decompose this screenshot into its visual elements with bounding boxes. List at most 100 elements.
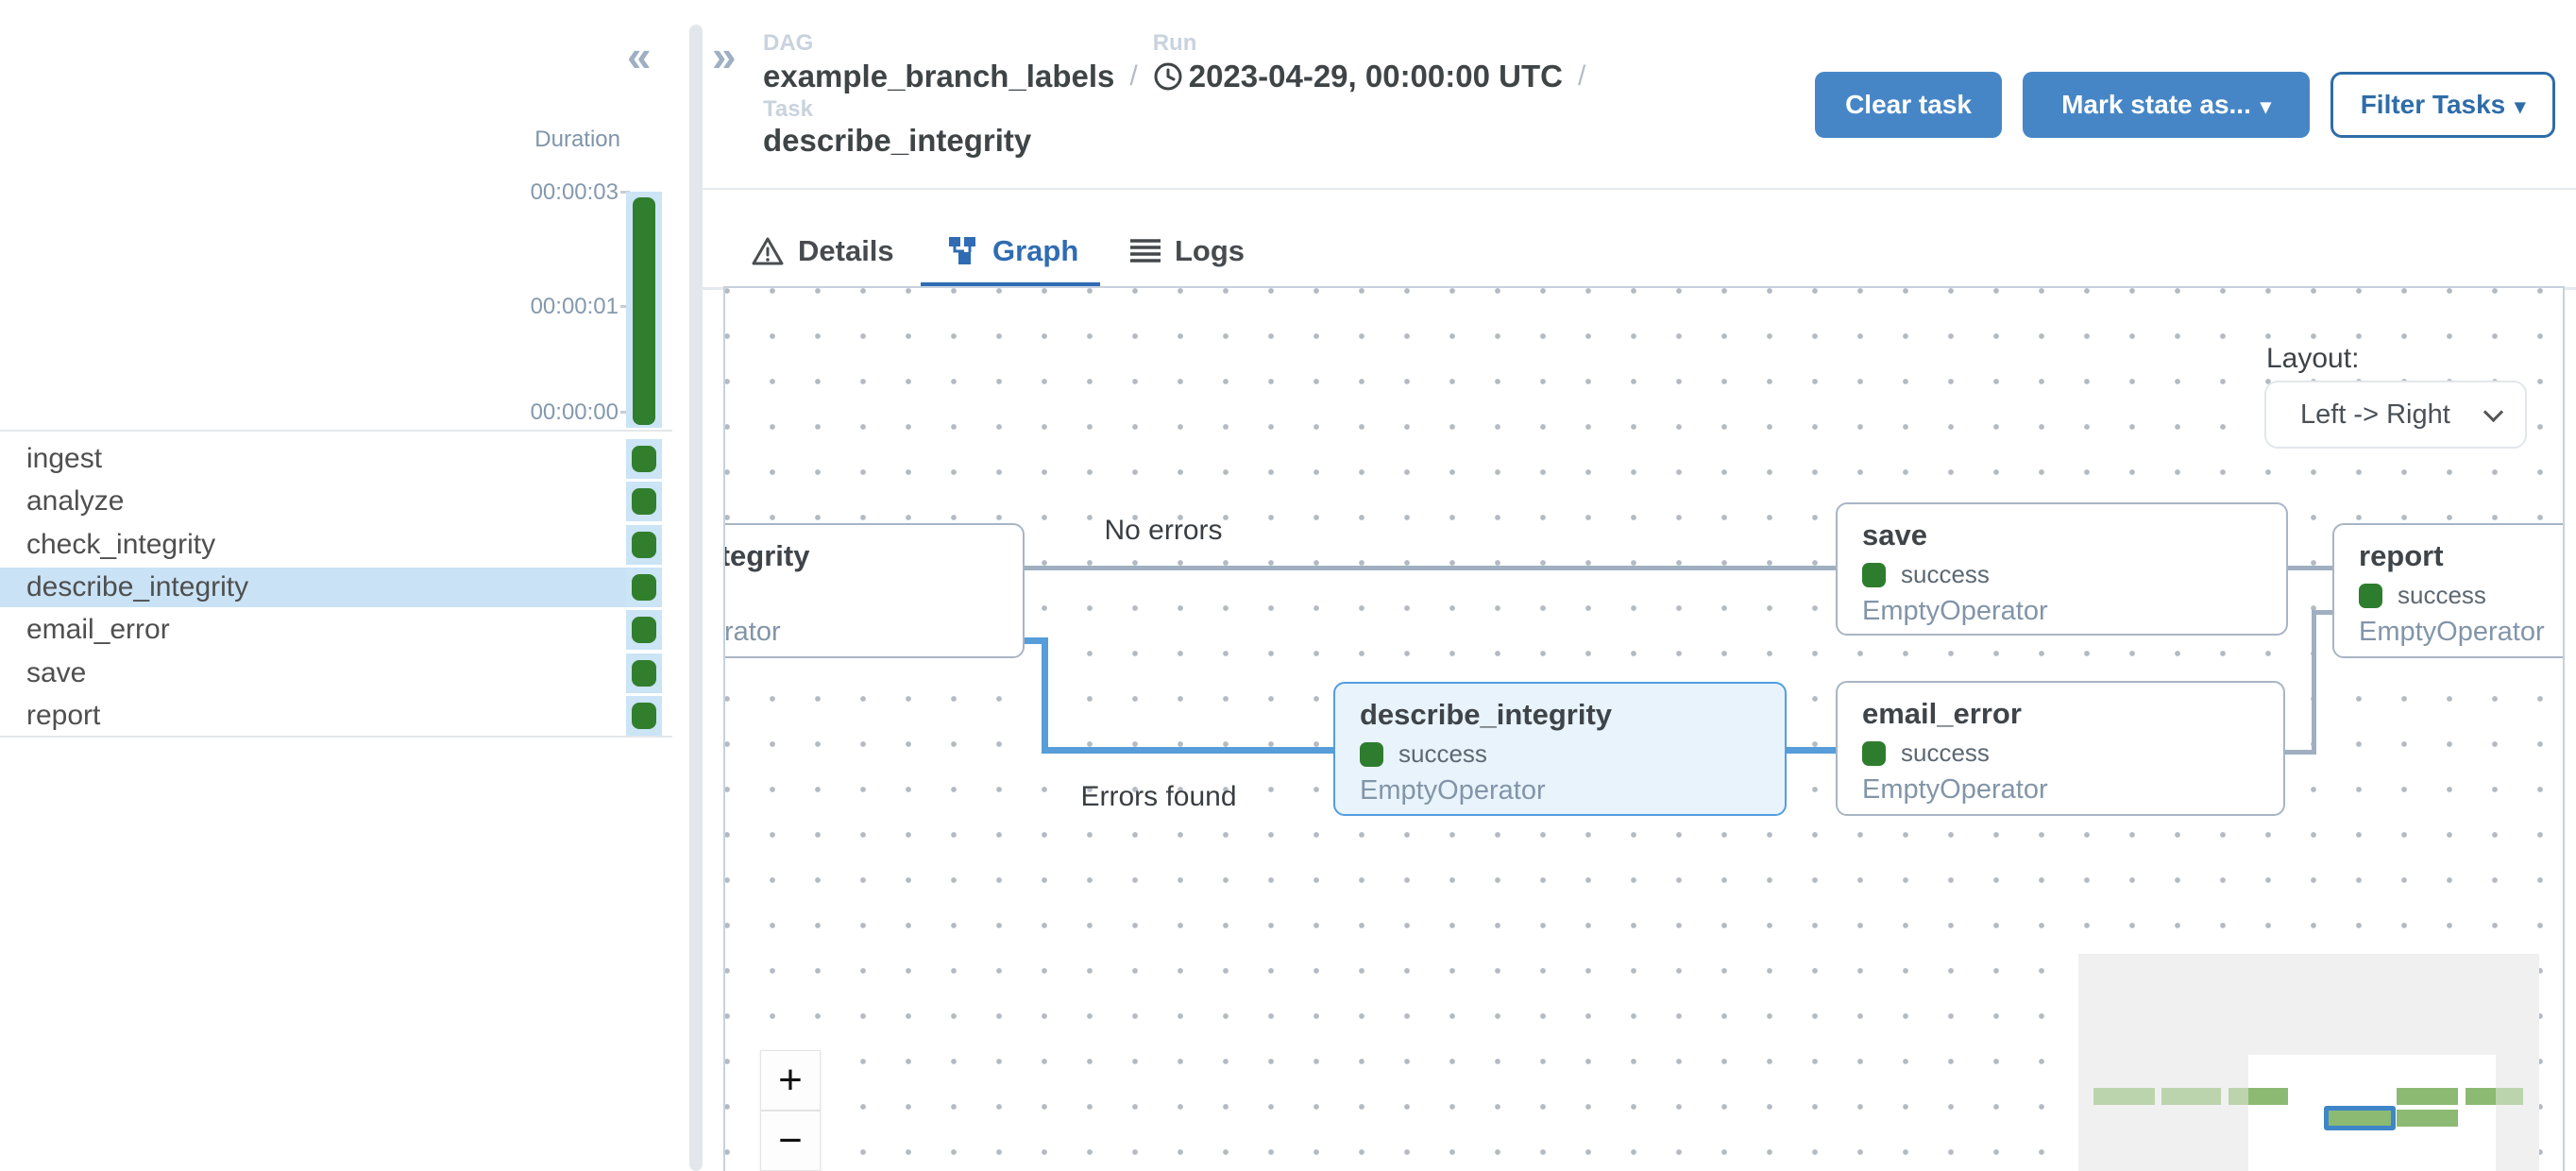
task-row[interactable]: analyze xyxy=(0,482,662,521)
mark-state-as-button[interactable]: Mark state as...▾ xyxy=(2023,72,2310,138)
duration-tick-label: 00:00:00 xyxy=(467,399,619,426)
node-state-label: success xyxy=(1901,738,1990,768)
node-report[interactable]: report success EmptyOperator xyxy=(2332,523,2565,658)
caret-down-icon: ▾ xyxy=(2515,94,2525,118)
zoom-in-button[interactable]: + xyxy=(760,1050,821,1111)
chevron-down-icon xyxy=(2483,402,2503,422)
layout-label: Layout: xyxy=(2266,343,2359,375)
filter-tasks-label: Filter Tasks xyxy=(2361,90,2506,119)
task-label: Task xyxy=(763,96,813,123)
breadcrumb: DAG example_branch_labels / Run 2023-04-… xyxy=(763,55,1585,98)
node-operator-label: EmptyOperator xyxy=(1862,774,2283,806)
minimap-selected-node xyxy=(2324,1106,2396,1130)
success-state-square xyxy=(1360,742,1383,767)
task-run-cell xyxy=(626,525,662,565)
tab-logs[interactable]: Logs xyxy=(1129,227,1245,276)
duration-tick-label: 00:00:01 xyxy=(467,294,619,320)
warning-triangle-icon xyxy=(751,236,785,266)
task-row[interactable]: check_integrity xyxy=(0,525,662,565)
node-email-error[interactable]: email_error success EmptyOperator xyxy=(1836,681,2285,816)
node-check-integrity[interactable]: check_integrity success EmptyOperator xyxy=(723,523,1025,658)
edge-label-errors-found: Errors found xyxy=(1059,781,1258,813)
task-run-cell xyxy=(626,653,662,693)
task-name[interactable]: save xyxy=(26,653,86,693)
task-status-square[interactable] xyxy=(632,617,656,643)
zoom-out-button[interactable]: − xyxy=(760,1111,821,1171)
duration-axis-title: Duration xyxy=(472,127,620,153)
airflow-task-page: « Duration 00:00:03 00:00:01 00:00:00 in… xyxy=(0,0,2576,1171)
edge-email-to-report xyxy=(2312,610,2316,755)
run-duration-bar[interactable] xyxy=(633,197,655,425)
breadcrumb-separator: / xyxy=(1129,60,1137,93)
dag-label: DAG xyxy=(763,30,813,57)
success-state-square xyxy=(2359,584,2382,608)
minimap-node xyxy=(2466,1088,2496,1105)
node-state-label: success xyxy=(1398,739,1487,769)
task-title: describe_integrity xyxy=(763,123,1031,159)
collapse-panel-icon[interactable]: « xyxy=(627,34,652,77)
task-run-cell xyxy=(626,696,662,736)
run-label: Run xyxy=(1153,30,1197,57)
task-name[interactable]: describe_integrity xyxy=(26,568,248,607)
expand-panel-icon[interactable]: » xyxy=(712,34,737,77)
edge-label-no-errors: No errors xyxy=(1074,515,1253,547)
layout-direction-select[interactable]: Left -> Right xyxy=(2264,381,2527,449)
task-status-square[interactable] xyxy=(632,660,656,687)
clear-task-button[interactable]: Clear task xyxy=(1815,72,2002,138)
task-row[interactable]: ingest xyxy=(0,439,662,479)
task-status-square[interactable] xyxy=(632,488,656,515)
task-run-cell xyxy=(626,482,662,521)
task-name[interactable]: check_integrity xyxy=(26,525,215,565)
mark-state-as-label: Mark state as... xyxy=(2061,90,2251,119)
task-row[interactable]: report xyxy=(0,696,662,736)
node-title: save xyxy=(1862,518,2286,553)
layout-direction-value: Left -> Right xyxy=(2300,399,2450,430)
task-status-square[interactable] xyxy=(632,446,656,472)
task-row[interactable]: save xyxy=(0,653,662,693)
edge-check-to-describe-selected xyxy=(1042,747,1333,754)
task-name[interactable]: analyze xyxy=(26,482,124,521)
edge-email-to-report xyxy=(2312,610,2332,615)
node-save[interactable]: save success EmptyOperator xyxy=(1836,502,2288,636)
minimap-node xyxy=(2397,1110,2458,1127)
breadcrumb-dag[interactable]: DAG example_branch_labels xyxy=(763,59,1114,94)
task-status-square[interactable] xyxy=(632,574,656,601)
edge-check-to-save xyxy=(1025,566,1836,570)
panel-resize-handle[interactable] xyxy=(689,25,703,1171)
dag-graph-canvas[interactable]: Layout: Left -> Right No errors Errors f… xyxy=(723,286,2565,1171)
minimap-node xyxy=(2161,1088,2221,1105)
node-title: describe_integrity xyxy=(1360,697,1785,733)
task-run-cell xyxy=(626,610,662,650)
node-operator-label: EmptyOperator xyxy=(1360,775,1785,806)
node-title: report xyxy=(2359,538,2565,574)
task-run-cell xyxy=(626,568,662,607)
minimap-node xyxy=(2229,1088,2248,1105)
breadcrumb-run[interactable]: Run 2023-04-29, 00:00:00 UTC xyxy=(1153,59,1563,94)
task-run-cell xyxy=(626,439,662,479)
tab-details[interactable]: Details xyxy=(751,227,894,276)
graph-icon xyxy=(947,235,979,267)
minimap-node xyxy=(2093,1088,2155,1105)
node-describe-integrity[interactable]: describe_integrity success EmptyOperator xyxy=(1333,682,1787,816)
node-operator-label: EmptyOperator xyxy=(2359,617,2565,648)
run-value[interactable]: 2023-04-29, 00:00:00 UTC xyxy=(1189,59,1563,94)
minimap-node xyxy=(2496,1088,2523,1105)
dag-name[interactable]: example_branch_labels xyxy=(763,59,1114,94)
task-row-selected[interactable]: describe_integrity xyxy=(0,568,662,607)
grid-sidebar: « Duration 00:00:03 00:00:01 00:00:00 in… xyxy=(0,0,689,1171)
node-operator-label: EmptyOperator xyxy=(1862,596,2286,627)
task-name[interactable]: ingest xyxy=(26,439,102,479)
task-name[interactable]: email_error xyxy=(26,610,170,650)
header-divider-line xyxy=(703,188,2576,190)
task-row[interactable]: email_error xyxy=(0,610,662,650)
task-status-square[interactable] xyxy=(632,532,656,558)
grid-divider-line xyxy=(0,430,672,432)
edge-save-to-report xyxy=(2288,566,2332,570)
task-status-square[interactable] xyxy=(632,703,656,729)
graph-minimap[interactable] xyxy=(2078,954,2539,1171)
tab-graph[interactable]: Graph xyxy=(947,227,1078,276)
grid-divider-line xyxy=(0,736,672,738)
task-name[interactable]: report xyxy=(26,696,100,736)
success-state-square xyxy=(1862,741,1886,766)
filter-tasks-button[interactable]: Filter Tasks ▾ xyxy=(2330,72,2555,138)
